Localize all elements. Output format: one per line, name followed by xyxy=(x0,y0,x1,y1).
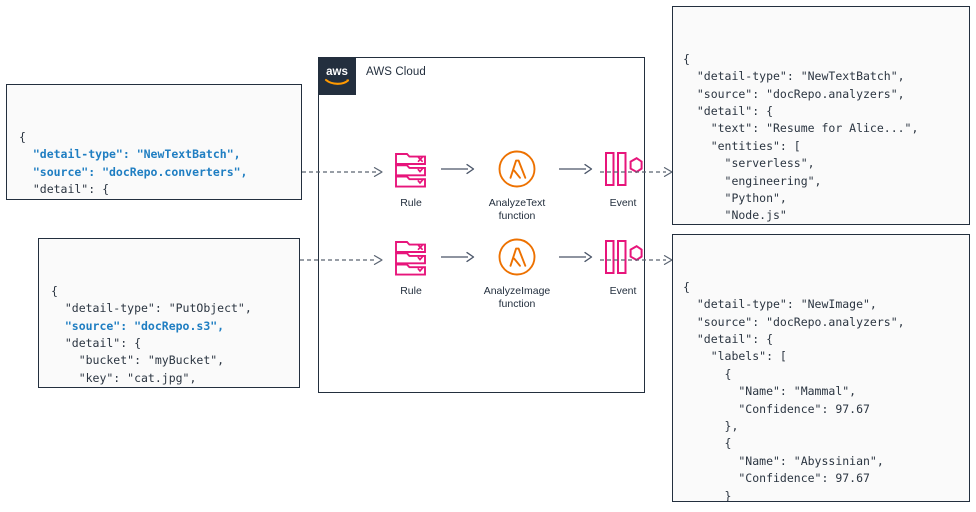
lambda-function-icon xyxy=(497,236,537,278)
node-caption: Rule xyxy=(400,285,422,297)
node-caption: AnalyzeText function xyxy=(488,197,546,222)
input-image-event-panel: { "detail-type": "PutObject", "source": … xyxy=(38,238,300,388)
arrow-rule-to-lambda-image xyxy=(439,236,477,278)
output-image-event-code: { "detail-type": "NewImage", "source": "… xyxy=(683,279,969,502)
code-line: "source": "docRepo.s3", xyxy=(51,318,225,333)
code-line: "detail-type": "PutObject", xyxy=(51,301,252,316)
arrow-lambda-to-event-text xyxy=(557,148,595,190)
arrow-rule-to-lambda-text xyxy=(439,148,477,190)
code-line: "Name": "Mammal", xyxy=(683,384,857,399)
diagram-canvas: { "detail-type": "NewTextBatch", "source… xyxy=(0,0,976,512)
code-line: "detail-type": "NewImage", xyxy=(683,297,877,312)
node-caption: Event xyxy=(609,285,637,297)
code-line: "source": "docRepo.converters", xyxy=(19,164,248,179)
code-line: { xyxy=(51,283,58,298)
code-line: "Confidence": 97.67 xyxy=(683,401,870,416)
input-image-event-code: { "detail-type": "PutObject", "source": … xyxy=(51,283,299,388)
lambda-function-icon xyxy=(497,148,537,190)
output-image-event-panel: { "detail-type": "NewImage", "source": "… xyxy=(672,234,970,502)
code-line: "detail": { xyxy=(683,104,774,119)
node-caption: AnalyzeImage function xyxy=(483,285,551,310)
node-rule-text[interactable]: Rule xyxy=(383,148,439,210)
code-line: "text": "Resume for Alice...", xyxy=(19,198,301,199)
output-text-event-panel: { "detail-type": "NewTextBatch", "source… xyxy=(672,6,970,225)
connector-event-to-output-text xyxy=(600,165,676,179)
code-line: "detail": { xyxy=(51,336,142,351)
connector-input-image-to-rule xyxy=(300,253,386,267)
code-line: "serverless", xyxy=(683,156,815,171)
code-line: "text": "Resume for Alice...", xyxy=(683,121,919,136)
code-line: "entities": [ xyxy=(683,138,801,153)
code-line: { xyxy=(683,436,732,451)
node-rule-image[interactable]: Rule xyxy=(383,236,439,298)
code-line: "detail-type": "NewTextBatch", xyxy=(19,147,241,162)
code-line: "labels": [ xyxy=(683,349,787,364)
eventbridge-rule-icon xyxy=(394,236,428,278)
eventbridge-rule-icon xyxy=(394,148,428,190)
code-line: "Confidence": 97.67 xyxy=(683,471,870,486)
code-line: "detail-type": "NewTextBatch", xyxy=(683,69,905,84)
code-line: }, xyxy=(683,419,739,434)
arrow-lambda-to-event-image xyxy=(557,236,595,278)
node-caption: Event xyxy=(609,197,637,209)
code-line: { xyxy=(683,366,732,381)
analyze-image-flow: Rule AnalyzeImage function Event xyxy=(383,236,651,314)
code-line: "Python", xyxy=(683,191,787,206)
code-line: "source": "docRepo.analyzers", xyxy=(683,86,905,101)
analyze-text-flow: Rule AnalyzeText function Event xyxy=(383,148,651,226)
aws-logo-icon: aws xyxy=(318,57,356,95)
code-line: "engineering", xyxy=(683,173,822,188)
code-line: "Node.js" xyxy=(683,208,787,223)
code-line: "detail": { xyxy=(19,182,110,197)
output-text-event-code: { "detail-type": "NewTextBatch", "source… xyxy=(683,51,969,224)
code-line: "key": "cat.jpg", xyxy=(51,370,197,385)
connector-input-text-to-rule xyxy=(302,165,386,179)
code-line: } xyxy=(683,488,732,502)
input-text-event-code: { "detail-type": "NewTextBatch", "source… xyxy=(19,129,301,199)
code-line: { xyxy=(683,51,690,66)
svg-text:aws: aws xyxy=(326,66,348,78)
connector-event-to-output-image xyxy=(600,253,676,267)
node-lambda-analyze-text[interactable]: AnalyzeText function xyxy=(477,148,557,222)
code-line: "source": "docRepo.analyzers", xyxy=(683,314,905,329)
code-line: { xyxy=(683,279,690,294)
code-line: "detail": { xyxy=(683,332,774,347)
code-line: { xyxy=(19,129,26,144)
code-line: "type": "jpg" xyxy=(51,387,299,388)
input-text-event-panel: { "detail-type": "NewTextBatch", "source… xyxy=(6,84,302,200)
node-caption: Rule xyxy=(400,197,422,209)
code-line: "bucket": "myBucket", xyxy=(51,353,225,368)
node-lambda-analyze-image[interactable]: AnalyzeImage function xyxy=(477,236,557,310)
code-line: "Name": "Abyssinian", xyxy=(683,453,884,468)
aws-cloud-label: AWS Cloud xyxy=(366,66,426,78)
